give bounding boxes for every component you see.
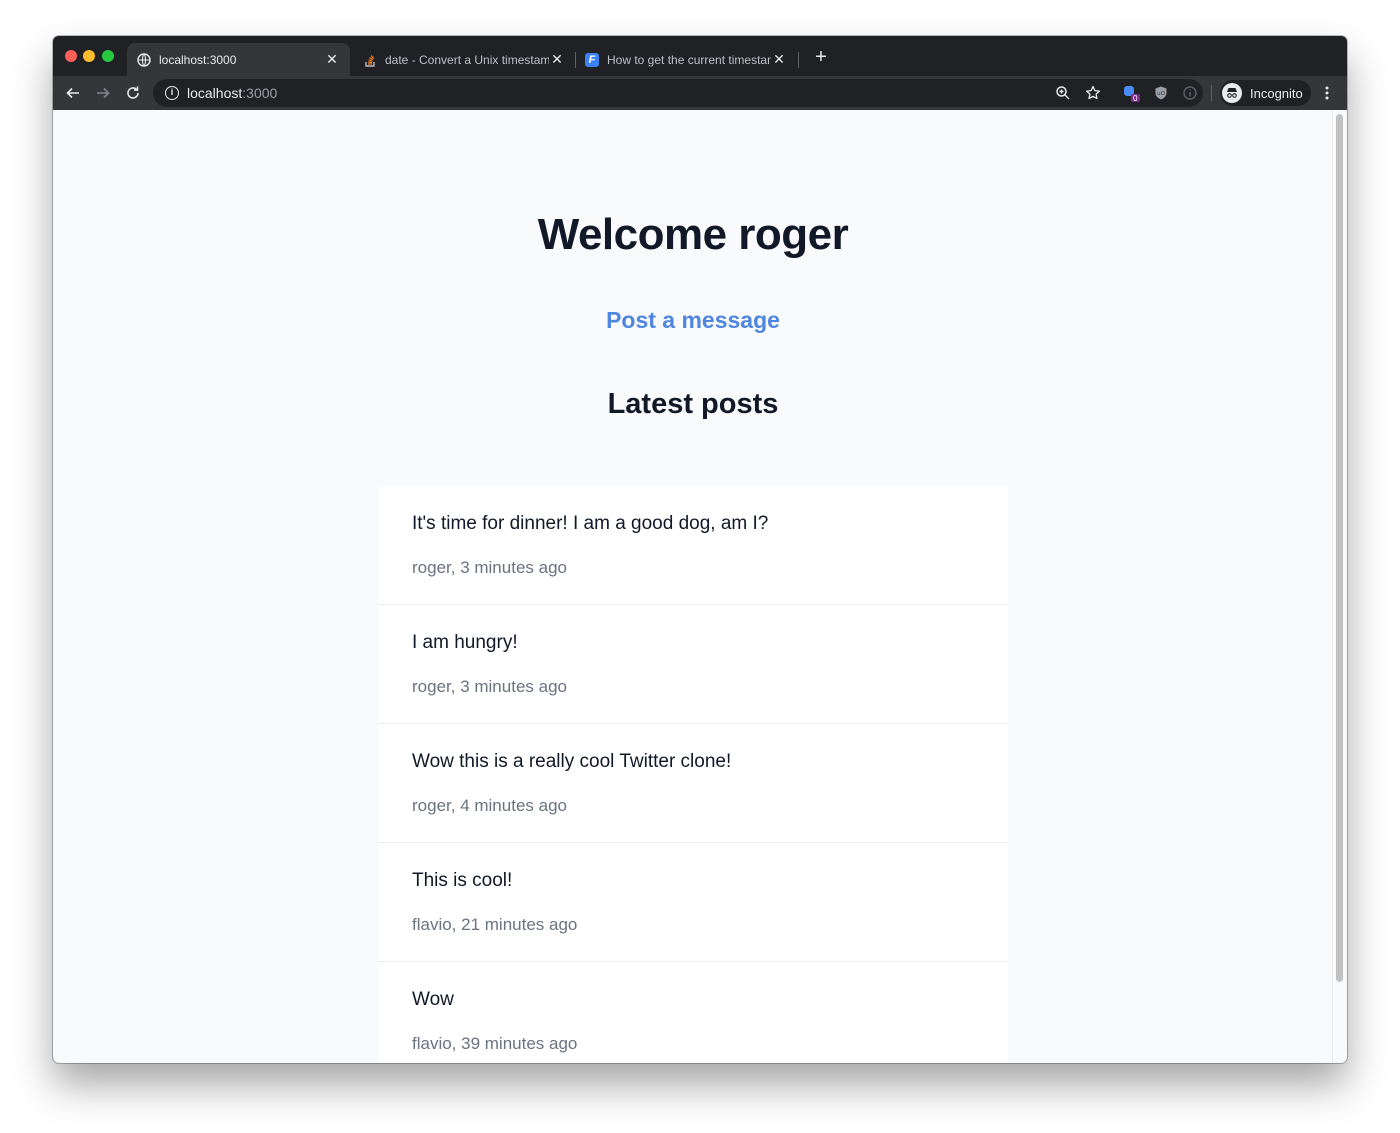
shield-icon[interactable]: uO — [1151, 83, 1171, 103]
browser-toolbar: i localhost:3000 0 uO Incognito — [53, 76, 1347, 110]
tab-current-timestamp[interactable]: F How to get the current timestamp ✕ — [575, 43, 797, 76]
post-message: Wow this is a really cool Twitter clone! — [412, 751, 732, 772]
tab-separator — [798, 52, 799, 68]
stackoverflow-icon — [363, 53, 377, 67]
profile-button[interactable]: Incognito — [1220, 80, 1311, 106]
post-message: This is cool! — [412, 870, 513, 891]
back-arrow-icon[interactable] — [61, 81, 85, 105]
posts-list: It's time for dinner! I am a good dog, a… — [378, 486, 1008, 1063]
close-tab-icon[interactable]: ✕ — [771, 51, 787, 68]
window-maximize-button[interactable] — [102, 50, 114, 62]
page-scrollbar[interactable] — [1332, 110, 1347, 1063]
latest-posts-heading: Latest posts — [607, 388, 779, 420]
tab-title: date - Convert a Unix timestamp — [385, 52, 549, 67]
page-title: Welcome roger — [537, 210, 849, 259]
tab-strip: localhost:3000 ✕ date - Convert a Unix t… — [53, 36, 1347, 76]
extension-badge: 0 — [1133, 94, 1138, 103]
extension-icon[interactable]: 0 — [1121, 83, 1141, 103]
post-meta: flavio, 39 minutes ago — [412, 1034, 578, 1053]
svg-text:uO: uO — [1157, 91, 1165, 97]
tab-localhost[interactable]: localhost:3000 ✕ — [127, 43, 350, 76]
address-host: localhost — [187, 85, 243, 101]
tab-title: How to get the current timestamp — [607, 52, 771, 67]
window-close-button[interactable] — [65, 50, 77, 62]
zoom-icon[interactable] — [1053, 83, 1073, 103]
browser-window: localhost:3000 ✕ date - Convert a Unix t… — [53, 36, 1347, 1063]
list-item: I am hungry! roger, 3 minutes ago — [378, 605, 1008, 724]
tab-title: localhost:3000 — [159, 52, 237, 67]
profile-label: Incognito — [1250, 85, 1303, 101]
list-item: This is cool! flavio, 21 minutes ago — [378, 843, 1008, 962]
post-meta: roger, 4 minutes ago — [412, 796, 567, 815]
menu-kebab-icon[interactable] — [1317, 83, 1337, 103]
close-tab-icon[interactable]: ✕ — [324, 51, 340, 68]
post-message: Wow — [412, 989, 454, 1010]
incognito-icon — [1222, 83, 1242, 103]
post-meta: roger, 3 minutes ago — [412, 558, 567, 577]
close-tab-icon[interactable]: ✕ — [549, 51, 565, 68]
tab-date-convert[interactable]: date - Convert a Unix timestamp ✕ — [353, 43, 575, 76]
page-viewport: Welcome roger Post a message Latest post… — [53, 110, 1347, 1063]
new-tab-button[interactable]: + — [809, 45, 833, 69]
address-bar[interactable]: i localhost:3000 — [153, 79, 1203, 107]
globe-icon — [137, 52, 151, 67]
list-item: Wow flavio, 39 minutes ago — [378, 962, 1008, 1063]
window-minimize-button[interactable] — [83, 50, 95, 62]
reload-icon[interactable] — [121, 81, 145, 105]
bookmark-star-icon[interactable] — [1083, 83, 1103, 103]
toolbar-divider — [1211, 85, 1212, 101]
scrollbar-thumb[interactable] — [1336, 114, 1343, 982]
info-extension-icon[interactable] — [1180, 83, 1200, 103]
flavio-icon: F — [585, 52, 599, 67]
post-meta: flavio, 21 minutes ago — [412, 915, 578, 934]
address-port: :3000 — [242, 85, 278, 101]
post-message: I am hungry! — [412, 632, 518, 653]
post-meta: roger, 3 minutes ago — [412, 677, 567, 696]
site-info-icon[interactable]: i — [165, 86, 179, 100]
post-message: It's time for dinner! I am a good dog, a… — [412, 513, 769, 534]
list-item: Wow this is a really cool Twitter clone!… — [378, 724, 1008, 843]
forward-arrow-icon[interactable] — [91, 81, 115, 105]
post-message-link[interactable]: Post a message — [53, 307, 1333, 334]
list-item: It's time for dinner! I am a good dog, a… — [378, 486, 1008, 605]
